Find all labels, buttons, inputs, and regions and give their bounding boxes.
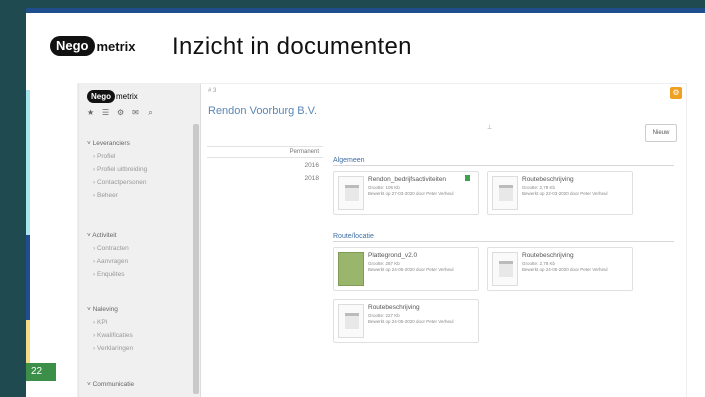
gear-icon[interactable]: ⚙ bbox=[670, 87, 682, 99]
slide-topbar bbox=[26, 8, 705, 13]
sidebar-item-profiel[interactable]: › Profiel bbox=[93, 153, 147, 160]
pin-icon[interactable]: ⊥ bbox=[487, 124, 492, 131]
sidebar-section-title[interactable]: ˅ Leveranciers bbox=[87, 140, 147, 147]
slide-logo: Nego metrix bbox=[50, 36, 136, 56]
sidebar-item-beheer[interactable]: › Beheer bbox=[93, 192, 147, 199]
document-title: Plattegrond_v2.0 bbox=[368, 252, 418, 259]
sidebar-scrollbar[interactable] bbox=[193, 124, 199, 394]
category-heading: Route/locatie bbox=[333, 233, 674, 242]
document-thumbnail bbox=[492, 176, 518, 210]
sidebar-item-contracten[interactable]: › Contracten bbox=[93, 245, 129, 252]
sidebar-item-profiel-uitbreiding[interactable]: › Profiel uitbreiding bbox=[93, 166, 147, 173]
logo-text: metrix bbox=[116, 92, 138, 101]
settings-icon[interactable]: ⚙ bbox=[117, 109, 124, 117]
document-meta: Grootte: 227 Kb Bewerkt op 24-05-2020 doo… bbox=[368, 313, 454, 324]
document-meta: Grootte: 287 Kb Bewerkt op 24-05-2020 doo… bbox=[368, 261, 454, 272]
document-meta: Grootte: 105 Kb Bewerkt op 27-03-2020 doo… bbox=[368, 185, 454, 196]
document-thumbnail bbox=[492, 252, 518, 286]
sidebar-section-naleving: ˅ Naleving › KPI › Kwalificaties › Verkl… bbox=[87, 306, 133, 358]
spreadsheet-icon bbox=[465, 175, 470, 181]
star-icon[interactable]: ★ bbox=[87, 109, 94, 117]
sidebar-item-kwalificaties[interactable]: › Kwalificaties bbox=[93, 332, 133, 339]
company-name: Rendon Voorburg B.V. bbox=[208, 105, 318, 117]
sidebar-item-contactpersonen[interactable]: › Contactpersonen bbox=[93, 179, 147, 186]
document-card[interactable]: Routebeschrijving Grootte: 2,78 Kb Bewerk… bbox=[487, 247, 633, 291]
document-meta: Grootte: 2,78 Kb Bewerkt op 24-05-2020 do… bbox=[522, 261, 608, 272]
sidebar-section-communicatie: ˅ Communicatie bbox=[87, 381, 134, 394]
sidebar-item-aanvragen[interactable]: › Aanvragen bbox=[93, 258, 129, 265]
document-card[interactable]: Rendon_bedrijfsactiviteiten Grootte: 105… bbox=[333, 171, 479, 215]
sidebar-icon-bar: ★ ☰ ⚙ ✉ ⌕ bbox=[87, 109, 154, 117]
year-item[interactable]: 2016 bbox=[207, 158, 323, 171]
document-title: Rendon_bedrijfsactiviteiten bbox=[368, 176, 447, 183]
sidebar-item-kpi[interactable]: › KPI bbox=[93, 319, 133, 326]
sidebar-item-enquetes[interactable]: › Enquêtes bbox=[93, 271, 129, 278]
document-title: Routebeschrijving bbox=[522, 176, 574, 183]
sidebar-section-title[interactable]: ˅ Activiteit bbox=[87, 232, 129, 239]
slide-title: Inzicht in documenten bbox=[172, 33, 412, 60]
left-accent-strip bbox=[26, 320, 30, 365]
left-accent-strip bbox=[26, 235, 30, 320]
logo-text: metrix bbox=[96, 38, 136, 54]
slide-page-number: 22 bbox=[26, 363, 56, 381]
document-thumbnail bbox=[338, 176, 364, 210]
sidebar-logo[interactable]: Nego metrix bbox=[87, 90, 138, 103]
sidebar-section-leveranciers: ˅ Leveranciers › Profiel › Profiel uitbr… bbox=[87, 140, 147, 205]
search-icon[interactable]: ⌕ bbox=[147, 109, 154, 117]
sidebar-section-activiteit: ˅ Activiteit › Contracten › Aanvragen › … bbox=[87, 232, 129, 284]
category-heading: Algemeen bbox=[333, 157, 674, 166]
main-content: # 3 Rendon Voorburg B.V. ⚙ ⊥ Nieuw Perma… bbox=[201, 84, 687, 397]
list-icon[interactable]: ☰ bbox=[102, 109, 109, 117]
document-card[interactable]: Routebeschrijving Grootte: 227 Kb Bewerkt… bbox=[333, 299, 479, 343]
sidebar-section-title[interactable]: ˅ Naleving bbox=[87, 306, 133, 313]
new-button[interactable]: Nieuw bbox=[645, 124, 677, 142]
app-screenshot: Nego metrix ★ ☰ ⚙ ✉ ⌕ ˅ Leveranciers › P… bbox=[78, 84, 686, 397]
year-item[interactable]: 2018 bbox=[207, 171, 323, 184]
logo-pill: Nego bbox=[50, 36, 95, 56]
mail-icon[interactable]: ✉ bbox=[132, 109, 139, 117]
year-filter: Permanent 2016 2018 bbox=[207, 146, 323, 184]
left-accent-strip bbox=[26, 90, 30, 235]
document-title: Routebeschrijving bbox=[368, 304, 420, 311]
sidebar-item-verklaringen[interactable]: › Verklaringen bbox=[93, 345, 133, 352]
map-thumbnail bbox=[338, 252, 364, 286]
document-title: Routebeschrijving bbox=[522, 252, 574, 259]
sidebar: Nego metrix ★ ☰ ⚙ ✉ ⌕ ˅ Leveranciers › P… bbox=[79, 84, 201, 397]
document-card[interactable]: Routebeschrijving Grootte: 2,78 Kb Bewerk… bbox=[487, 171, 633, 215]
logo-pill: Nego bbox=[87, 90, 115, 103]
document-card[interactable]: Plattegrond_v2.0 Grootte: 287 Kb Bewerkt … bbox=[333, 247, 479, 291]
year-filter-header[interactable]: Permanent bbox=[207, 146, 323, 158]
document-thumbnail bbox=[338, 304, 364, 338]
document-meta: Grootte: 2,78 Kb Bewerkt op 22-03-2020 do… bbox=[522, 185, 608, 196]
sidebar-section-title[interactable]: ˅ Communicatie bbox=[87, 381, 134, 388]
breadcrumb[interactable]: # 3 bbox=[208, 88, 216, 94]
